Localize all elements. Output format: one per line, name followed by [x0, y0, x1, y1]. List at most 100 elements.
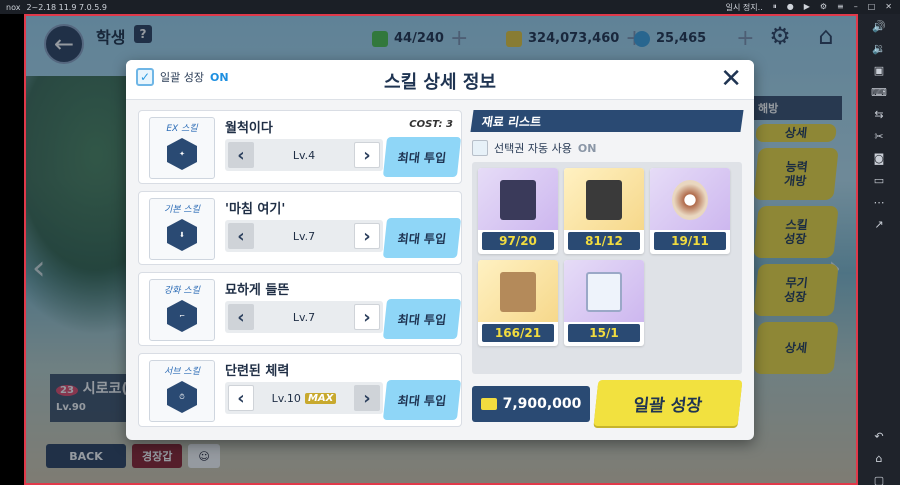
skill-name: '마침 여기' [225, 202, 286, 217]
skill-row-enhance: 강화 스킬 ⌐ 묘하게 들뜬 ‹ Lv.7 › 최대 투입 [138, 272, 462, 346]
bulk-grow-button[interactable]: 일괄 성장 [593, 380, 743, 426]
emulator-titlebar: nox 2~2.18 11.9 7.0.5.9 일시 정지.. ⏸ ● ▶ ⚙ … [0, 0, 900, 14]
emulator-sidebar: 🔊 🔉 ▣ ⌨ ⇆ ✂ ◙ ▭ ⋯ ↗ ↶ ⌂ ▢ [858, 14, 900, 485]
screenshot-icon[interactable]: ▣ [869, 64, 889, 77]
gun-skill-icon: ⌐ [167, 300, 197, 332]
skill-type-label: 기본 스킬 [164, 205, 200, 215]
auto-ticket-state: ON [577, 141, 597, 155]
android-home-icon[interactable]: ⌂ [869, 452, 889, 465]
skill-name: 월척이다 [225, 121, 273, 136]
max-invest-button[interactable]: 최대 투입 [382, 299, 462, 339]
skill-detail-modal: ✓ 일괄 성장 ON 스킬 상세 정보 ✕ EX 스킬 ✦ 월척이다 COST:… [126, 60, 754, 440]
robot-icon[interactable]: ◙ [869, 152, 889, 165]
level-value: Lv.4 [292, 148, 316, 162]
auto-ticket-label: 선택권 자동 사용 [494, 142, 572, 155]
skill-name: 단련된 체력 [225, 364, 290, 379]
decrease-level-button[interactable]: ‹ [228, 223, 254, 249]
skill-row-ex: EX 스킬 ✦ 월척이다 COST: 3 ‹ Lv.4 › 최대 투입 [138, 110, 462, 184]
close-icon[interactable]: ✕ [720, 64, 742, 94]
max-invest-button[interactable]: 최대 투입 [382, 137, 462, 177]
android-recent-icon[interactable]: ▢ [869, 474, 889, 485]
volume-up-icon[interactable]: 🔊 [869, 20, 889, 33]
emulator-notice[interactable]: 일시 정지.. [726, 2, 763, 13]
basic-skill-icon: ⬇ [167, 219, 197, 251]
skill-row-basic: 기본 스킬 ⬇ '마침 여기' ‹ Lv.7 › 최대 투입 [138, 191, 462, 265]
menu-icon[interactable]: ≡ [837, 2, 844, 13]
material-item[interactable]: 81/12 [564, 168, 644, 254]
material-count: 81/12 [568, 232, 640, 250]
material-item[interactable]: 15/1 [564, 260, 644, 346]
maximize-icon[interactable]: □ [868, 2, 876, 13]
level-value: Lv.7 [292, 310, 316, 324]
play-icon[interactable]: ▶ [804, 2, 810, 13]
material-list-header: 재료 리스트 [470, 110, 744, 132]
level-value: Lv.7 [292, 229, 316, 243]
decrease-level-button[interactable]: ‹ [228, 142, 254, 168]
app-screen: nox 2~2.18 11.9 7.0.5.9 일시 정지.. ⏸ ● ▶ ⚙ … [0, 0, 900, 485]
close-window-icon[interactable]: ✕ [885, 2, 892, 13]
material-count: 19/11 [654, 232, 726, 250]
skill-type-box: 강화 스킬 ⌐ [149, 279, 215, 341]
keyboard-icon[interactable]: ⌨ [869, 86, 889, 99]
modal-header: ✓ 일괄 성장 ON 스킬 상세 정보 ✕ [126, 60, 754, 100]
level-stepper: ‹ Lv.10 MAX › [225, 382, 383, 414]
material-item[interactable]: 97/20 [478, 168, 558, 254]
ex-skill-icon: ✦ [167, 138, 197, 170]
increase-level-button[interactable]: › [354, 385, 380, 411]
skill-type-box: 기본 스킬 ⬇ [149, 198, 215, 260]
skill-type-box: EX 스킬 ✦ [149, 117, 215, 179]
decrease-level-button[interactable]: ‹ [228, 385, 254, 411]
increase-level-button[interactable]: › [354, 304, 380, 330]
skill-row-sub: 서브 스킬 ⏱ 단련된 체력 ‹ Lv.10 MAX › 최대 투입 [138, 353, 462, 427]
volume-down-icon[interactable]: 🔉 [869, 42, 889, 55]
total-cost-value: 7,900,000 [502, 396, 582, 412]
record-icon[interactable]: ● [787, 2, 794, 13]
max-invest-button[interactable]: 최대 투입 [382, 380, 462, 420]
total-cost: 7,900,000 [472, 386, 590, 422]
android-back-icon[interactable]: ↶ [869, 430, 889, 443]
minimize-icon[interactable]: – [854, 2, 858, 13]
skill-name: 묘하게 들뜬 [225, 283, 290, 298]
more-icon[interactable]: ⋯ [869, 196, 889, 209]
skill-type-label: EX 스킬 [166, 124, 198, 134]
skill-type-label: 강화 스킬 [164, 286, 200, 296]
material-grid: 97/20 81/12 19/11 166/21 15/1 [472, 162, 742, 374]
notebook-icon [564, 260, 644, 322]
max-badge: MAX [304, 392, 337, 404]
auto-ticket-checkbox[interactable] [472, 140, 488, 156]
scissors-icon[interactable]: ✂ [869, 130, 889, 143]
disc-artifact-icon [650, 168, 730, 230]
tied-books-icon [478, 260, 558, 322]
material-count: 166/21 [482, 324, 554, 342]
material-panel: 재료 리스트 선택권 자동 사용 ON 97/20 81/12 19/11 16… [470, 110, 744, 430]
emulator-version: 2~2.18 11.9 7.0.5.9 [26, 2, 107, 12]
material-count: 97/20 [482, 232, 554, 250]
material-count: 15/1 [568, 324, 640, 342]
skill-cost: COST: 3 [409, 119, 453, 130]
emulator-logo: nox [6, 2, 21, 12]
stopwatch-skill-icon: ⏱ [167, 381, 197, 413]
external-icon[interactable]: ↗ [869, 218, 889, 231]
skill-type-box: 서브 스킬 ⏱ [149, 360, 215, 422]
material-item[interactable]: 166/21 [478, 260, 558, 346]
material-item[interactable]: 19/11 [650, 168, 730, 254]
blue-ray-book-icon [478, 168, 558, 230]
credit-icon [480, 398, 497, 410]
max-invest-button[interactable]: 최대 투입 [382, 218, 462, 258]
level-stepper: ‹ Lv.4 › [225, 139, 383, 171]
settings-icon[interactable]: ⚙ [820, 2, 827, 13]
chat-icon[interactable]: ▭ [869, 174, 889, 187]
skill-type-label: 서브 스킬 [164, 367, 200, 377]
modal-title: 스킬 상세 정보 [126, 68, 754, 95]
increase-level-button[interactable]: › [354, 142, 380, 168]
auto-ticket-toggle[interactable]: 선택권 자동 사용 ON [472, 140, 742, 156]
level-stepper: ‹ Lv.7 › [225, 220, 383, 252]
level-value: Lv.10 MAX [272, 392, 337, 405]
sync-icon[interactable]: ⇆ [869, 108, 889, 121]
decrease-level-button[interactable]: ‹ [228, 304, 254, 330]
hazard-book-icon [564, 168, 644, 230]
increase-level-button[interactable]: › [354, 223, 380, 249]
skill-list: EX 스킬 ✦ 월척이다 COST: 3 ‹ Lv.4 › 최대 투입 기본 스… [138, 110, 462, 434]
pause-icon[interactable]: ⏸ [773, 2, 777, 13]
level-stepper: ‹ Lv.7 › [225, 301, 383, 333]
